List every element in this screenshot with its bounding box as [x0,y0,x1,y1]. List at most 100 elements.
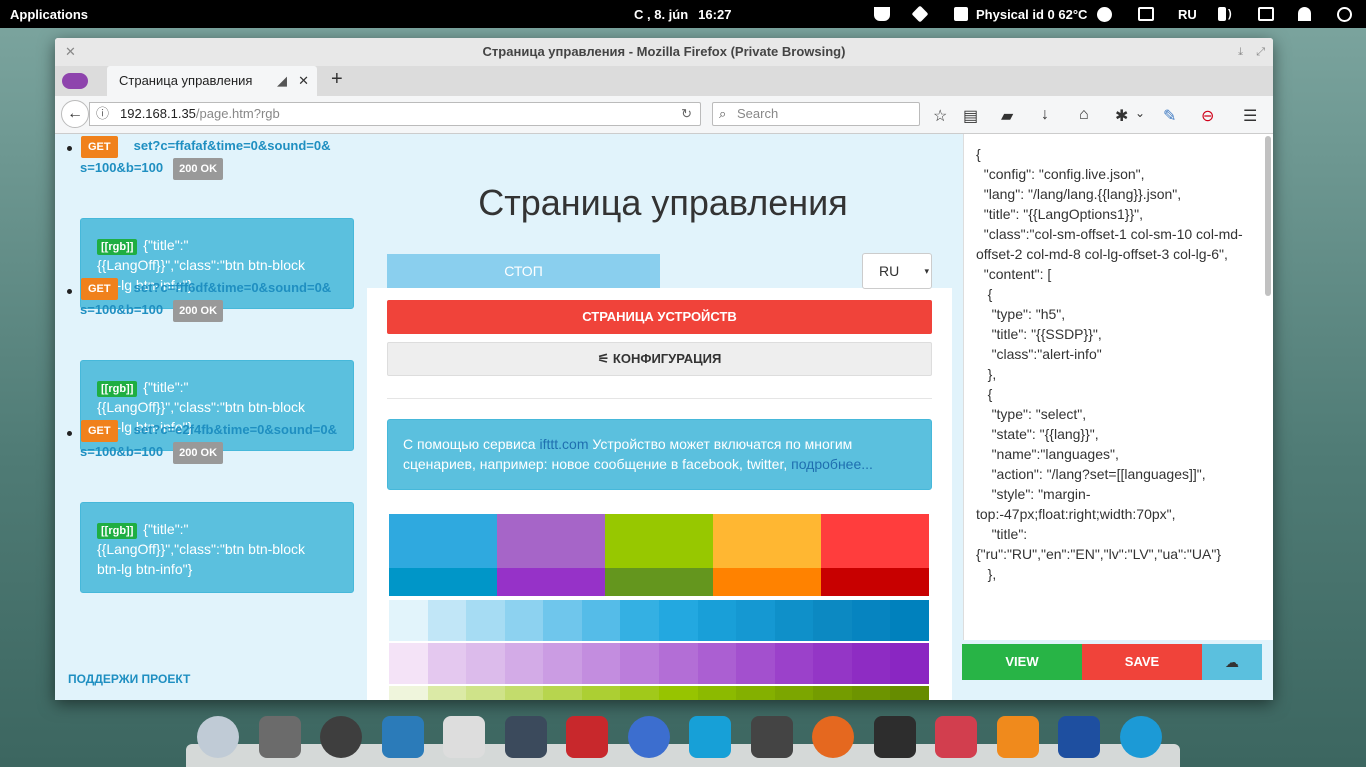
color-swatch[interactable] [736,600,776,641]
image-icon[interactable] [1138,5,1154,23]
log-query-cont[interactable]: s=100&b=100 [80,444,163,459]
dropbox-icon[interactable] [911,5,929,23]
power-icon[interactable] [1337,5,1352,23]
color-swatch[interactable] [774,643,814,684]
color-swatch[interactable] [813,600,853,641]
more-link[interactable]: подробнее... [791,456,873,472]
home-icon[interactable]: ⌂ [1079,106,1089,124]
editor-scrollbar[interactable] [1265,136,1271,296]
color-swatch[interactable] [659,600,699,641]
tab-control-page[interactable]: Страница управления ◢ ✕ [107,66,317,96]
log-query[interactable]: set?c=e2f4fb&time=0&sound=0& [134,422,337,437]
color-swatch[interactable] [605,514,713,568]
volume-icon[interactable]: ) [1218,5,1232,23]
save-button[interactable]: SAVE [1082,644,1202,680]
color-swatch[interactable] [605,568,713,596]
color-swatch[interactable] [659,686,699,700]
brackets-icon[interactable] [381,716,424,758]
bell-icon[interactable] [1298,5,1311,23]
color-swatch[interactable] [736,643,776,684]
firefox-icon[interactable] [812,716,854,758]
mixer-icon[interactable] [935,716,977,758]
color-swatch[interactable] [427,600,467,641]
filezilla-icon[interactable] [566,716,608,758]
terminal-icon[interactable] [873,716,916,758]
color-swatch[interactable] [713,514,821,568]
chip-icon[interactable]: Physical id 0 62°C [954,5,1087,23]
support-project-link[interactable]: ПОДДЕРЖИ ПРОЕКТ [68,672,190,686]
color-swatch[interactable] [427,686,467,700]
color-swatch[interactable] [389,568,497,596]
color-swatch[interactable] [774,686,814,700]
color-swatch[interactable] [821,514,929,568]
color-swatch[interactable] [890,686,930,700]
log-query[interactable]: set?c=ffafaf&time=0&sound=0& [134,138,331,153]
json-editor[interactable]: { "config": "config.live.json", "lang": … [963,134,1273,640]
color-swatch[interactable] [543,600,583,641]
configuration-button[interactable]: ⚟ КОНФИГУРАЦИЯ [387,342,932,376]
chromium-icon[interactable] [197,716,239,758]
color-swatch[interactable] [504,643,544,684]
eyedropper-icon[interactable]: ✎ [1163,106,1176,126]
color-swatch[interactable] [821,568,929,596]
color-swatch[interactable] [497,568,605,596]
mute-icon[interactable]: ◢ [277,66,287,96]
color-swatch[interactable] [389,514,497,568]
extension-icon[interactable]: ✱ [1115,106,1128,126]
download-icon[interactable]: ↓ [1041,106,1049,124]
calculator-icon[interactable] [750,716,793,758]
color-swatch[interactable] [543,643,583,684]
iv-icon[interactable] [1058,716,1100,758]
atom-icon[interactable] [320,716,362,758]
chevron-down-icon[interactable]: ⌄ [1135,106,1145,120]
clock-icon[interactable] [1097,5,1112,23]
color-swatch[interactable] [697,600,737,641]
color-swatch[interactable] [497,514,605,568]
files-icon[interactable] [258,716,301,758]
color-swatch[interactable] [851,643,891,684]
cup-icon[interactable] [874,5,890,23]
keys-icon[interactable] [627,716,670,758]
vlc-icon[interactable] [996,716,1039,758]
maximize-icon[interactable]: ⤢ [1256,38,1265,66]
color-swatch[interactable] [427,643,467,684]
view-button[interactable]: VIEW [962,644,1082,680]
color-swatch[interactable] [713,568,821,596]
color-swatch[interactable] [620,686,660,700]
skype-icon[interactable] [1119,716,1162,758]
reading-list-icon[interactable]: ▤ [963,106,978,126]
color-swatch[interactable] [774,600,814,641]
color-swatch[interactable] [504,600,544,641]
color-swatch[interactable] [890,643,930,684]
color-swatch[interactable] [543,686,583,700]
language-select[interactable]: RU ▾ [862,253,932,289]
search-input[interactable]: ⌕ Search [712,102,920,126]
log-query[interactable]: set?c=fff6df&time=0&sound=0& [134,280,332,295]
color-swatch[interactable] [504,686,544,700]
color-swatch[interactable] [466,600,506,641]
color-swatch[interactable] [620,643,660,684]
stop-button[interactable]: СТОП [387,254,660,288]
pocket-icon[interactable]: ▰ [1001,106,1013,126]
color-swatch[interactable] [736,686,776,700]
color-swatch[interactable] [890,600,930,641]
log-query-cont[interactable]: s=100&b=100 [80,302,163,317]
color-swatch[interactable] [697,643,737,684]
color-swatch[interactable] [813,686,853,700]
color-swatch[interactable] [389,600,429,641]
color-swatch[interactable] [581,600,621,641]
cloud-upload-button[interactable]: ☁ [1202,644,1262,680]
color-swatch[interactable] [581,643,621,684]
ifttt-link[interactable]: ifttt.com [540,436,589,452]
text-editor-icon[interactable] [443,716,485,758]
back-button[interactable]: ← [61,100,89,128]
color-swatch[interactable] [851,686,891,700]
color-swatch[interactable] [389,686,429,700]
info-icon[interactable]: ⓘ [96,103,109,125]
color-swatch[interactable] [581,686,621,700]
minimize-icon[interactable]: ⤓ [1238,38,1243,66]
log-query-cont[interactable]: s=100&b=100 [80,160,163,175]
bookmark-star-icon[interactable]: ☆ [933,106,947,126]
applications-menu[interactable]: Applications [10,7,88,22]
color-swatch[interactable] [697,686,737,700]
